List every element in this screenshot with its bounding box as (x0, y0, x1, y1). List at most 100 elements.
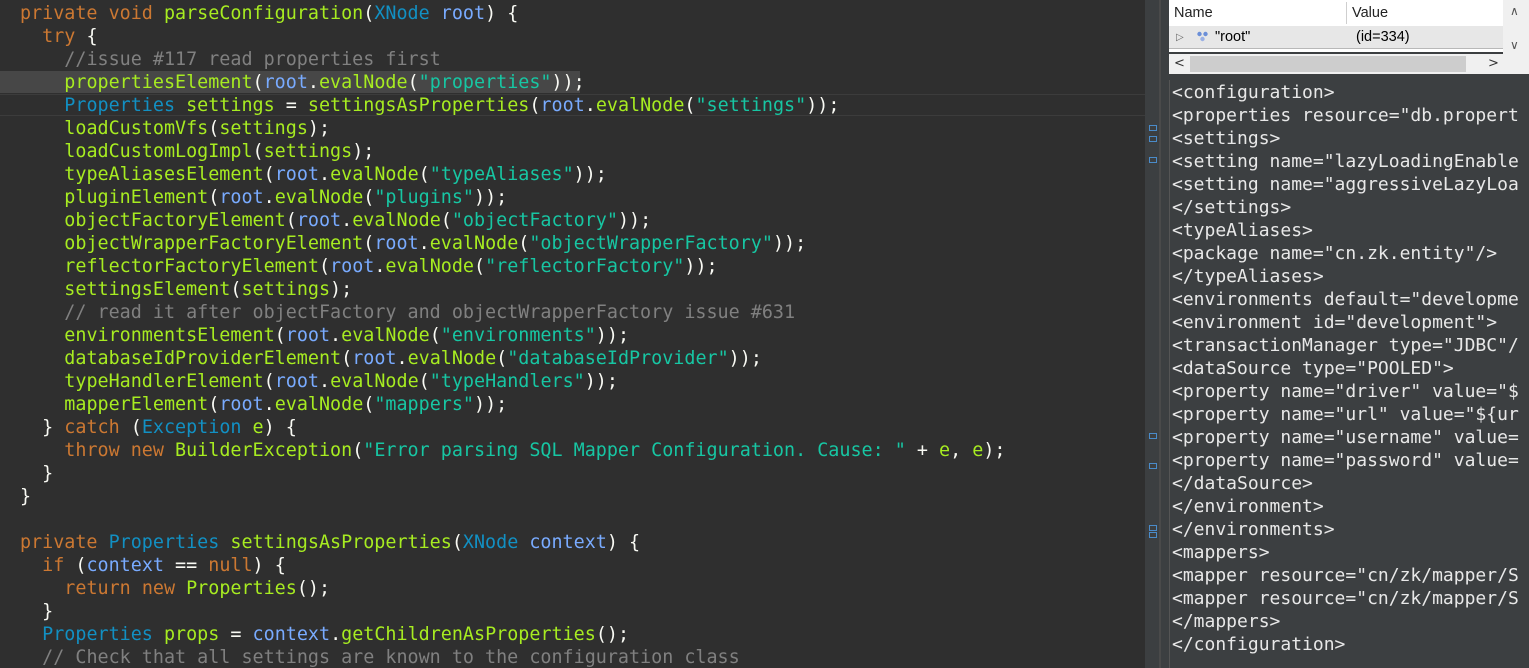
occurrence-marker[interactable] (1149, 525, 1157, 531)
code-token: null (208, 555, 253, 576)
code-token: typeAliasesElement (64, 164, 264, 185)
code-token: "objectFactory" (451, 210, 618, 231)
detail-text-line: </environments> (1172, 519, 1335, 540)
code-line: reflectorFactoryElement(root.evalNode("r… (20, 255, 717, 278)
code-line: if (context == null) { (20, 554, 286, 577)
horizontal-scrollbar-thumb[interactable] (1190, 56, 1466, 72)
code-line: environmentsElement(root.evalNode("envir… (20, 324, 629, 347)
code-token: ); (307, 118, 331, 139)
code-token: ( (75, 555, 87, 576)
code-token: Exception (141, 417, 253, 438)
scroll-left-icon[interactable]: < (1174, 56, 1185, 72)
code-token: )); (728, 348, 762, 369)
code-token: ( (363, 187, 375, 208)
code-token: Properties (64, 95, 187, 116)
scroll-right-icon[interactable]: > (1488, 56, 1499, 72)
column-divider[interactable] (1346, 2, 1347, 24)
code-token: ); (330, 279, 353, 300)
code-token: ( (418, 371, 430, 392)
code-token: . (330, 325, 342, 346)
code-token: evalNode (429, 233, 519, 254)
code-token: root (263, 72, 308, 93)
detail-text-line: <environments default="developme (1172, 289, 1519, 310)
object-field-icon (1197, 31, 1208, 42)
code-token: == (175, 555, 209, 576)
code-token: root (274, 371, 319, 392)
code-token: objectWrapperFactoryElement (64, 233, 364, 254)
detail-text-line: <properties resource="db.propert (1172, 105, 1519, 126)
detail-text-line: <mappers> (1172, 542, 1270, 563)
code-token: . (330, 624, 342, 645)
detail-text-line: <environment id="development"> (1172, 312, 1498, 333)
code-token: } (20, 417, 65, 438)
code-token: ) { (606, 532, 641, 553)
code-line: propertiesElement(root.evalNode("propert… (20, 71, 584, 94)
code-token: ( (230, 279, 242, 300)
occurrence-marker[interactable] (1149, 157, 1157, 163)
code-token: root (330, 256, 375, 277)
code-line: try { (20, 25, 97, 48)
code-token: ( (529, 95, 541, 116)
detail-text-line: </typeAliases> (1172, 266, 1324, 287)
detail-text-line: </environment> (1172, 496, 1324, 517)
expand-arrow-icon[interactable]: ▷ (1176, 27, 1184, 48)
code-line: typeAliasesElement(root.evalNode("typeAl… (20, 163, 607, 186)
code-token: try (42, 26, 87, 47)
variable-value: (id=334) (1356, 29, 1410, 45)
code-token: throw (64, 440, 131, 461)
code-line: return new Properties(); (20, 577, 330, 600)
column-header-name[interactable]: Name (1174, 2, 1213, 24)
occurrence-marker[interactable] (1149, 532, 1157, 538)
code-token: ( (429, 325, 441, 346)
code-line: Properties settings = settingsAsProperti… (20, 94, 839, 117)
code-token: )); (617, 210, 652, 231)
code-token: pluginElement (64, 187, 209, 208)
detail-text-line: <setting name="aggressiveLazyLoa (1172, 174, 1519, 195)
code-token: evalNode (330, 371, 419, 392)
code-line: objectFactoryElement(root.evalNode("obje… (20, 209, 651, 232)
detail-text-line: <package name="cn.zk.entity"/> (1172, 243, 1498, 264)
overview-ruler-track (1159, 0, 1161, 668)
detail-text-line: <mapper resource="cn/zk/mapper/S (1172, 565, 1519, 586)
code-token: , (950, 440, 973, 461)
scroll-down-icon[interactable]: ∨ (1510, 38, 1519, 52)
code-line: settingsElement(settings); (20, 278, 352, 301)
code-token: reflectorFactoryElement (64, 256, 319, 277)
code-editor[interactable]: private void parseConfiguration(XNode ro… (0, 0, 1145, 668)
code-token: "plugins" (374, 187, 474, 208)
code-token: ( (208, 394, 220, 415)
overview-ruler[interactable] (1145, 0, 1167, 668)
code-token: evalNode (385, 256, 474, 277)
occurrence-marker[interactable] (1149, 433, 1157, 439)
occurrence-marker[interactable] (1149, 125, 1157, 131)
code-token: ( (440, 210, 452, 231)
occurrence-marker[interactable] (1149, 463, 1157, 469)
code-token: loadCustomVfs (64, 118, 209, 139)
column-header-value[interactable]: Value (1352, 2, 1388, 24)
code-token: private (20, 532, 109, 553)
code-token: evalNode (330, 164, 419, 185)
code-token: } (20, 601, 54, 622)
code-line: } catch (Exception e) { (20, 416, 297, 439)
code-token: root (219, 394, 264, 415)
code-line: mapperElement(root.evalNode("mappers")); (20, 393, 507, 416)
code-token: . (263, 187, 275, 208)
detail-text-line: <dataSource type="POOLED"> (1172, 358, 1454, 379)
occurrence-marker[interactable] (1149, 136, 1157, 142)
code-token: root (274, 164, 319, 185)
code-token: )); (573, 164, 607, 185)
code-token: props (163, 624, 231, 645)
scroll-up-icon[interactable]: ∧ (1510, 4, 1519, 18)
code-token: XNode (374, 3, 441, 24)
detail-text-line: <mapper resource="cn/zk/mapper/S (1172, 588, 1519, 609)
code-token: Properties (186, 578, 297, 599)
code-line: private Properties settingsAsProperties(… (20, 531, 640, 554)
code-token: settings (263, 141, 353, 162)
